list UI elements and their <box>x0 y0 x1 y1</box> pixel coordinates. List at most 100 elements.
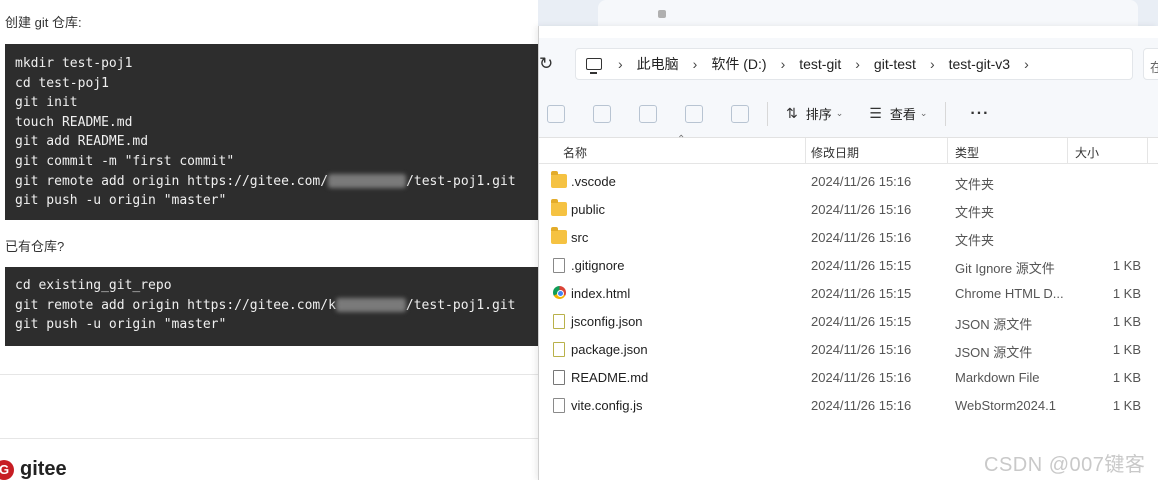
file-row[interactable]: README.md 2024/11/26 15:16 Markdown File… <box>539 364 1158 392</box>
file-row[interactable]: vite.config.js 2024/11/26 15:16 WebStorm… <box>539 392 1158 420</box>
column-divider[interactable] <box>1147 138 1148 164</box>
divider <box>0 438 540 439</box>
breadcrumb-item-this-pc[interactable]: 此电脑 <box>637 54 679 74</box>
command-bar: ⇅ 排序 ⌄ ☰ 查看 ⌄ ··· <box>539 90 1158 138</box>
file-icon <box>553 398 565 413</box>
this-pc-icon[interactable] <box>586 58 602 74</box>
folder-icon <box>551 199 567 216</box>
file-modified: 2024/11/26 15:16 <box>811 202 912 217</box>
file-type: 文件夹 <box>955 233 995 248</box>
create-repo-label: 创建 git 仓库: <box>5 15 82 30</box>
file-name: README.md <box>571 370 649 385</box>
column-header-name[interactable]: 名称 <box>563 144 587 161</box>
file-modified: 2024/11/26 15:16 <box>811 230 912 245</box>
share-icon[interactable] <box>685 104 703 123</box>
delete-icon[interactable] <box>731 104 749 123</box>
file-row[interactable]: public 2024/11/26 15:16 文件夹 <box>539 196 1158 224</box>
code-remote-prefix: git remote add origin https://gitee.com/ <box>15 297 329 313</box>
file-size: 1 KB <box>1112 342 1141 357</box>
file-type: 文件夹 <box>955 177 995 192</box>
code-line: git push -u origin "master" <box>15 317 227 333</box>
chevron-right-icon[interactable]: › <box>618 56 623 72</box>
code-line: git commit -m "first commit" <box>15 153 235 169</box>
code-remote-suffix: /test-poj1.git <box>405 297 516 313</box>
breadcrumb-item-drive-d[interactable]: 软件 (D:) <box>711 54 766 74</box>
column-divider[interactable] <box>947 138 948 164</box>
file-row[interactable]: jsconfig.json 2024/11/26 15:15 JSON 源文件 … <box>539 308 1158 336</box>
file-type: Git Ignore 源文件 <box>955 261 1055 276</box>
gitee-logo-icon: G <box>0 459 14 480</box>
file-size: 1 KB <box>1112 370 1141 385</box>
cut-icon[interactable] <box>547 104 565 123</box>
sort-button[interactable]: ⇅ 排序 ⌄ <box>786 104 843 123</box>
sort-icon: ⇅ <box>786 105 798 121</box>
column-divider[interactable] <box>805 138 806 164</box>
view-button[interactable]: ☰ 查看 ⌄ <box>869 104 927 123</box>
file-row[interactable]: package.json 2024/11/26 15:16 JSON 源文件 1… <box>539 336 1158 364</box>
file-name: package.json <box>571 342 648 357</box>
rename-icon[interactable] <box>639 104 657 123</box>
code-line: git add README.md <box>15 134 149 150</box>
chevron-down-icon: ⌄ <box>835 108 844 118</box>
file-row[interactable]: src 2024/11/26 15:16 文件夹 <box>539 224 1158 252</box>
file-modified: 2024/11/26 15:16 <box>811 342 912 357</box>
chevron-right-icon[interactable]: › <box>781 56 786 72</box>
code-line: git init <box>15 95 78 111</box>
file-name: vite.config.js <box>571 398 643 413</box>
file-name: src <box>571 230 589 245</box>
sort-label: 排序 <box>805 107 832 122</box>
file-modified: 2024/11/26 15:16 <box>811 370 912 385</box>
file-type: JSON 源文件 <box>955 345 1033 360</box>
column-header-size[interactable]: 大小 <box>1075 144 1099 161</box>
tab-close-icon[interactable] <box>658 10 666 18</box>
sort-ascending-icon: ⌃ <box>677 134 686 145</box>
breadcrumb-item-git-test[interactable]: git-test <box>874 56 916 72</box>
json-file-icon <box>553 314 565 329</box>
file-type: Markdown File <box>955 370 1040 385</box>
chrome-html-icon <box>553 286 566 299</box>
file-list: .vscode 2024/11/26 15:16 文件夹 public 2024… <box>539 168 1158 420</box>
file-modified: 2024/11/26 15:15 <box>811 286 912 301</box>
folder-icon <box>551 227 567 244</box>
chevron-right-icon[interactable]: › <box>693 56 698 72</box>
chevron-right-icon[interactable]: › <box>930 56 935 72</box>
view-label: 查看 <box>889 107 916 122</box>
file-explorer-window: ↻ › 此电脑 › 软件 (D:) › test-git › git-test … <box>538 26 1158 480</box>
column-header-type[interactable]: 类型 <box>955 144 979 161</box>
code-line-remote: git remote add origin https://gitee.com/… <box>15 172 530 192</box>
column-header-modified[interactable]: 修改日期 <box>811 144 859 161</box>
breadcrumb-item-test-git[interactable]: test-git <box>799 56 841 72</box>
code-remote-prefix: git remote add origin https://gitee.com/ <box>15 173 329 189</box>
file-row[interactable]: .gitignore 2024/11/26 15:15 Git Ignore 源… <box>539 252 1158 280</box>
breadcrumb[interactable]: › 此电脑 › 软件 (D:) › test-git › git-test › … <box>575 48 1133 80</box>
existing-repo-code-block[interactable]: cd existing_git_repo git remote add orig… <box>5 267 540 346</box>
file-name: .gitignore <box>571 258 625 273</box>
toolbar-divider <box>945 101 947 126</box>
file-row[interactable]: .vscode 2024/11/26 15:16 文件夹 <box>539 168 1158 196</box>
column-divider[interactable] <box>1067 138 1068 164</box>
more-options-button[interactable]: ··· <box>970 105 989 123</box>
refresh-icon[interactable]: ↻ <box>539 54 553 74</box>
create-repo-code-block[interactable]: mkdir test-poj1 cd test-poj1 git init to… <box>5 44 540 220</box>
chevron-right-icon[interactable]: › <box>855 56 860 72</box>
breadcrumb-item-test-git-v3[interactable]: test-git-v3 <box>949 56 1010 72</box>
file-modified: 2024/11/26 15:16 <box>811 174 912 189</box>
file-name: jsconfig.json <box>571 314 643 329</box>
column-header-row: ⌃ 名称 修改日期 类型 大小 <box>539 134 1158 164</box>
gitee-brand[interactable]: G gitee <box>0 458 67 480</box>
file-modified: 2024/11/26 15:15 <box>811 314 912 329</box>
file-modified: 2024/11/26 15:16 <box>811 398 912 413</box>
view-list-icon: ☰ <box>869 105 882 121</box>
copy-icon[interactable] <box>593 104 611 123</box>
redacted-username <box>335 298 406 313</box>
markdown-file-icon <box>553 370 565 385</box>
search-box[interactable]: 在 <box>1143 48 1158 80</box>
code-line: cd test-poj1 <box>15 75 109 91</box>
folder-icon <box>551 171 567 188</box>
chevron-right-icon[interactable]: › <box>1024 56 1029 72</box>
file-row[interactable]: index.html 2024/11/26 15:15 Chrome HTML … <box>539 280 1158 308</box>
code-remote-prefix-char: k <box>328 297 336 313</box>
code-line: git push -u origin "master" <box>15 193 227 209</box>
config-file-icon <box>553 258 565 273</box>
divider <box>0 374 540 375</box>
